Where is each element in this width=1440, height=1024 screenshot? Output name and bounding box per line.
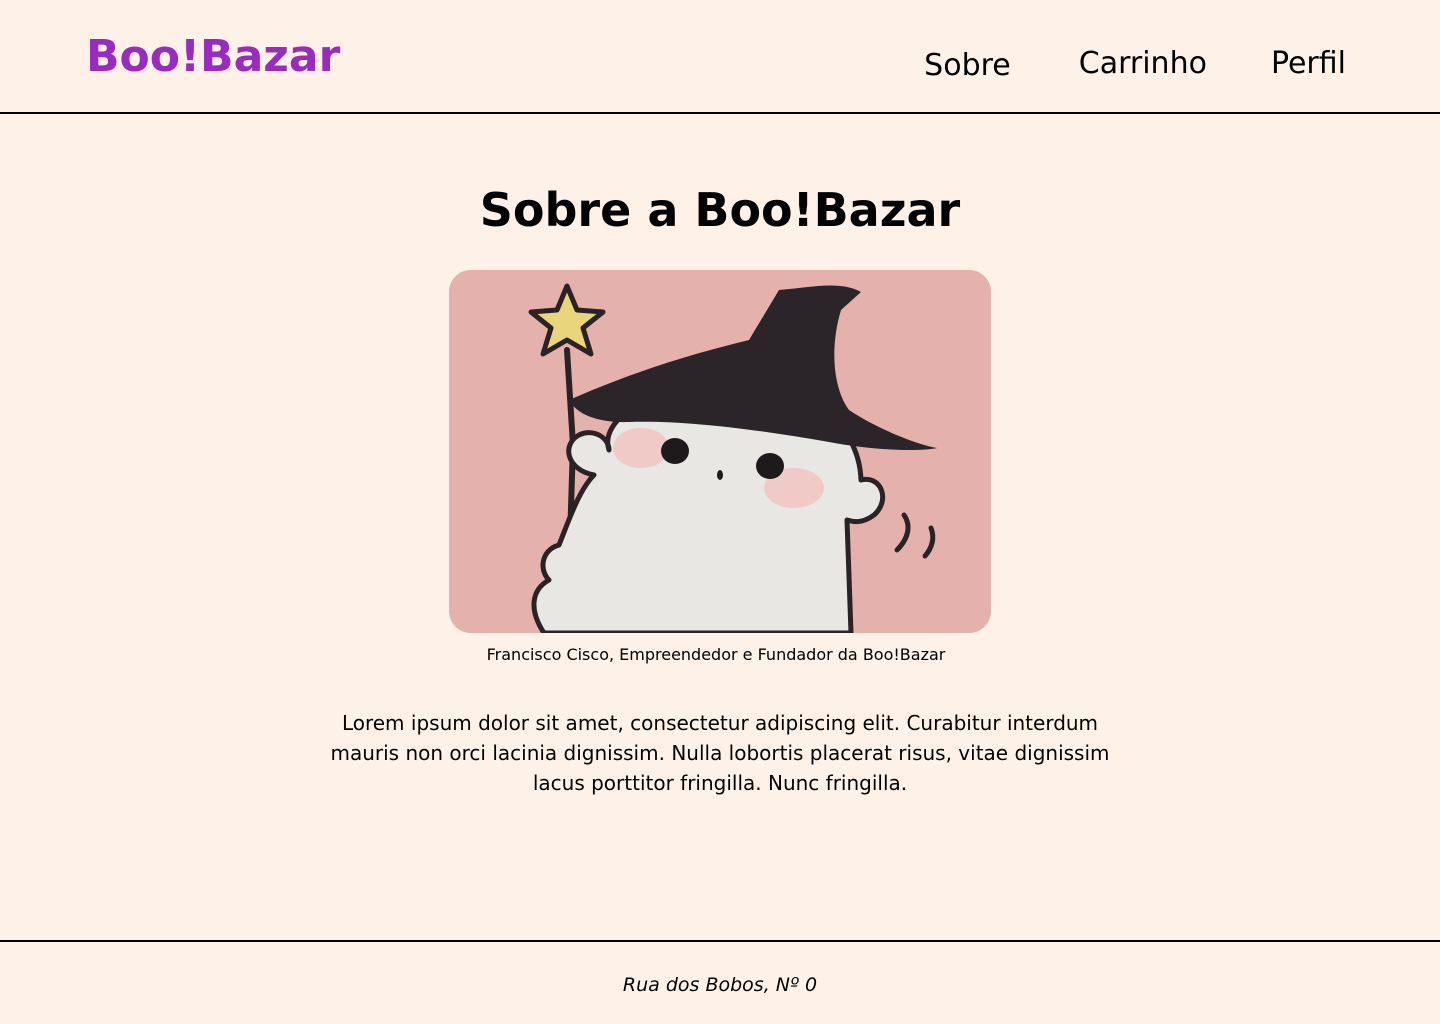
about-description: Lorem ipsum dolor sit amet, consectetur … — [330, 711, 1110, 795]
logo-link[interactable]: Boo!Bazar — [86, 30, 340, 84]
page-title: Sobre a Boo!Bazar — [479, 183, 961, 237]
site-header: Boo!Bazar Sobre Carrinho Perfil — [0, 0, 1440, 114]
main-nav: Sobre Carrinho Perfil — [924, 44, 1346, 86]
nav-link-sobre[interactable]: Sobre — [924, 46, 1011, 86]
site-footer: Rua dos Bobos, Nº 0 — [0, 940, 1440, 1024]
page: Boo!Bazar Sobre Carrinho Perfil Sobre a … — [0, 0, 1440, 1024]
footer-address: Rua dos Bobos, Nº 0 — [622, 974, 818, 996]
photo-caption: Francisco Cisco, Empreendedor e Fundador… — [486, 645, 946, 664]
founder-photo — [449, 270, 991, 633]
nav-link-perfil[interactable]: Perfil — [1271, 44, 1346, 86]
nav-link-carrinho[interactable]: Carrinho — [1079, 44, 1207, 86]
ghost-witch-illustration — [449, 270, 991, 633]
